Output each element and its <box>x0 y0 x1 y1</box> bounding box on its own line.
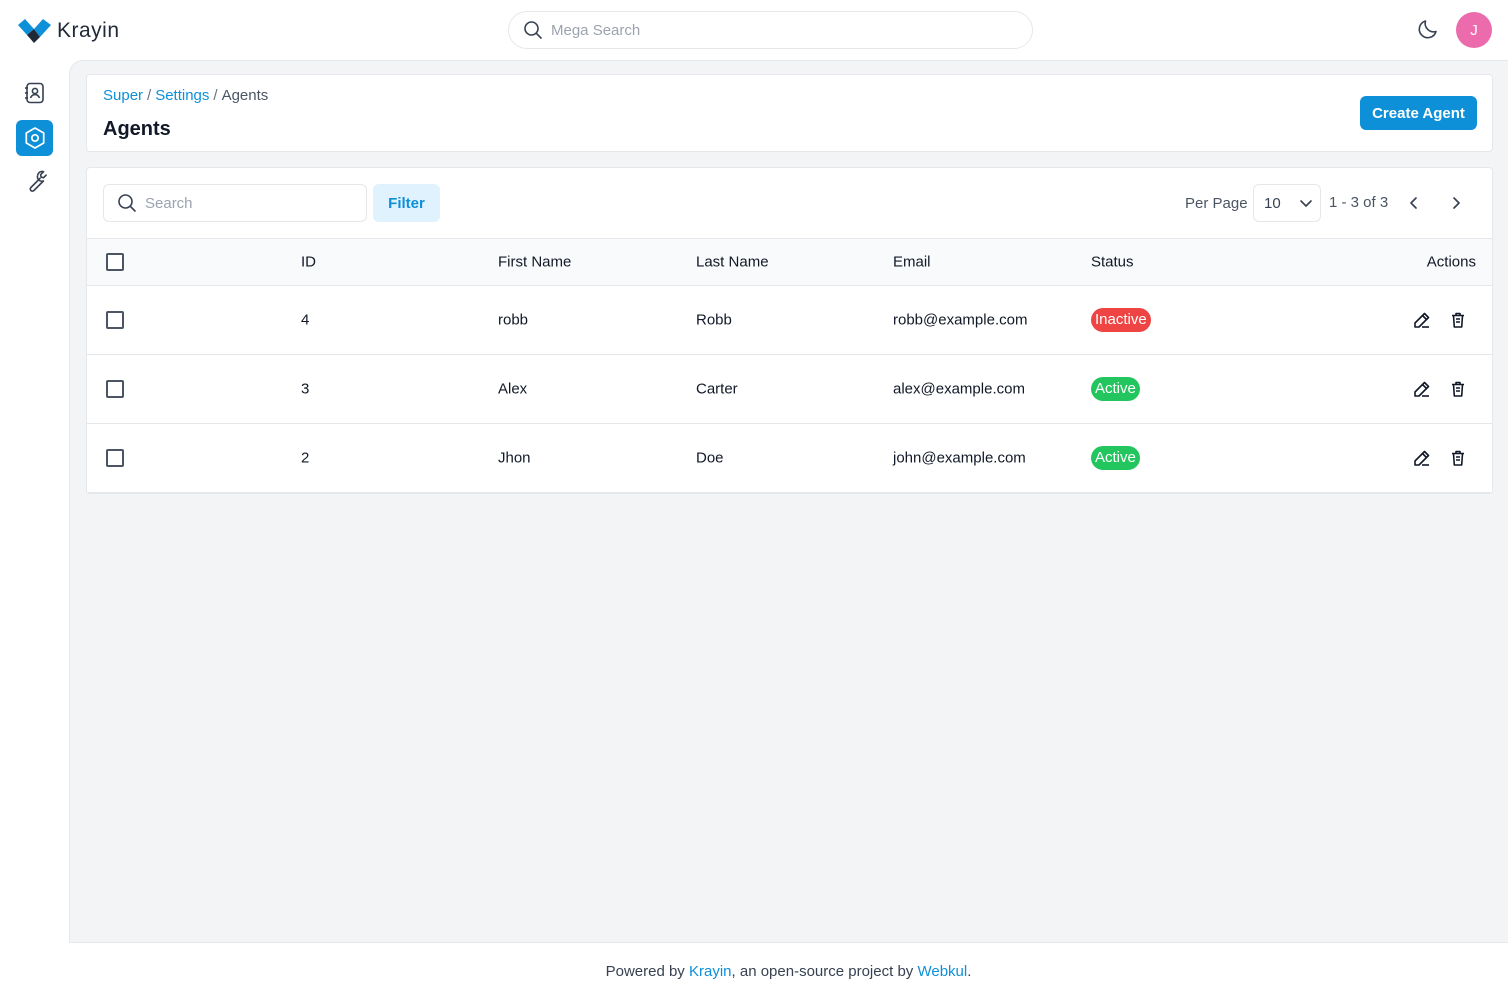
cell-last-name: Doe <box>696 449 724 467</box>
edit-icon[interactable] <box>1411 447 1433 469</box>
cell-status: Inactive <box>1091 308 1151 332</box>
column-header-last-name[interactable]: Last Name <box>696 254 769 271</box>
filter-button[interactable]: Filter <box>373 184 440 222</box>
app-name: Krayin <box>57 19 120 42</box>
create-agent-button[interactable]: Create Agent <box>1360 96 1477 130</box>
agents-datagrid: Filter Per Page 10 1 - 3 of 3 ID First N… <box>86 167 1493 494</box>
table-row: 2 Jhon Doe john@example.com Active <box>87 424 1492 493</box>
row-checkbox[interactable] <box>106 449 124 467</box>
status-badge: Active <box>1091 446 1140 470</box>
cell-email: john@example.com <box>893 449 1026 467</box>
column-header-id[interactable]: ID <box>301 254 316 271</box>
delete-icon[interactable] <box>1447 447 1469 469</box>
next-page-button[interactable] <box>1445 192 1467 214</box>
table-header: ID First Name Last Name Email Status Act… <box>87 238 1492 286</box>
top-bar: Krayin J <box>0 0 1508 60</box>
chevron-down-icon <box>1299 200 1312 207</box>
pagination-info: 1 - 3 of 3 <box>1329 194 1389 211</box>
delete-icon[interactable] <box>1447 378 1469 400</box>
krayin-logo[interactable]: Krayin <box>18 19 120 43</box>
cell-id: 4 <box>301 311 310 329</box>
breadcrumb-settings[interactable]: Settings <box>155 87 209 104</box>
breadcrumb-separator: / <box>147 87 152 104</box>
breadcrumb-current: Agents <box>221 87 269 104</box>
footer: Powered by Krayin , an open-source proje… <box>69 942 1508 1000</box>
status-badge: Active <box>1091 377 1140 401</box>
contacts-icon <box>24 82 44 104</box>
sidebar-item-tools[interactable] <box>16 163 53 199</box>
column-header-actions: Actions <box>1426 253 1476 271</box>
cell-first-name: Jhon <box>498 449 531 467</box>
cell-email: alex@example.com <box>893 380 1025 398</box>
table-row: 4 robb Robb robb@example.com Inactive <box>87 286 1492 355</box>
footer-middle: , an open-source project by <box>731 963 918 980</box>
chevron-left-icon <box>1410 197 1417 209</box>
settings-icon <box>24 127 45 149</box>
breadcrumb: Super / Settings / Agents <box>103 87 268 104</box>
column-header-first-name[interactable]: First Name <box>498 254 571 271</box>
cell-status: Active <box>1091 446 1140 470</box>
footer-webkul-link[interactable]: Webkul <box>917 963 967 980</box>
per-page-select[interactable]: 10 <box>1253 184 1321 222</box>
status-badge: Inactive <box>1091 308 1151 332</box>
delete-icon[interactable] <box>1447 309 1469 331</box>
column-header-email[interactable]: Email <box>893 254 931 271</box>
cell-id: 2 <box>301 449 310 467</box>
dark-mode-toggle-icon[interactable] <box>1416 17 1440 41</box>
edit-icon[interactable] <box>1411 309 1433 331</box>
cell-last-name: Robb <box>696 311 732 329</box>
main-content: Super / Settings / Agents Agents Create … <box>69 60 1508 942</box>
cell-status: Active <box>1091 377 1140 401</box>
datagrid-search-input[interactable] <box>145 194 345 212</box>
cell-id: 3 <box>301 380 310 398</box>
sidebar-item-settings[interactable] <box>16 120 53 156</box>
search-icon <box>118 194 136 212</box>
select-all-checkbox[interactable] <box>106 253 124 271</box>
mega-search-input[interactable] <box>551 21 991 39</box>
cell-email: robb@example.com <box>893 311 1028 329</box>
search-icon <box>524 21 542 39</box>
datagrid-search[interactable] <box>103 184 367 222</box>
per-page-label: Per Page <box>1185 195 1248 212</box>
table-row: 3 Alex Carter alex@example.com Active <box>87 355 1492 424</box>
chevron-right-icon <box>1453 197 1460 209</box>
cell-last-name: Carter <box>696 380 738 398</box>
mega-search-bar[interactable] <box>508 11 1033 49</box>
wrench-icon <box>29 170 47 192</box>
row-checkbox[interactable] <box>106 311 124 329</box>
footer-prefix: Powered by <box>605 963 689 980</box>
footer-suffix: . <box>967 963 972 980</box>
page-title: Agents <box>103 118 171 140</box>
per-page-value: 10 <box>1264 194 1281 212</box>
breadcrumb-separator: / <box>213 87 218 104</box>
sidebar <box>0 60 69 1000</box>
user-avatar[interactable]: J <box>1456 12 1492 48</box>
krayin-logo-icon <box>18 19 51 43</box>
cell-first-name: robb <box>498 311 529 329</box>
edit-icon[interactable] <box>1411 378 1433 400</box>
row-checkbox[interactable] <box>106 380 124 398</box>
cell-first-name: Alex <box>498 380 528 398</box>
previous-page-button[interactable] <box>1403 192 1425 214</box>
page-header: Super / Settings / Agents Agents Create … <box>86 74 1493 152</box>
breadcrumb-super[interactable]: Super <box>103 87 143 104</box>
sidebar-item-contacts[interactable] <box>16 75 53 111</box>
column-header-status[interactable]: Status <box>1091 254 1134 271</box>
footer-krayin-link[interactable]: Krayin <box>689 963 732 980</box>
